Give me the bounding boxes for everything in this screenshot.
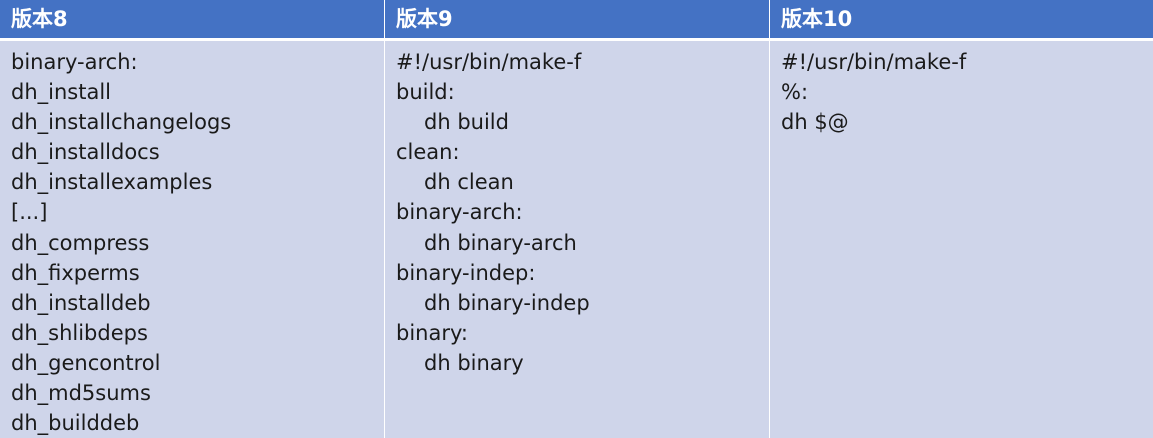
code-line: #!/usr/bin/make-f bbox=[396, 50, 582, 74]
code-line: #!/usr/bin/make-f bbox=[781, 50, 967, 74]
code-line: dh build bbox=[424, 110, 509, 135]
code-line: dh binary bbox=[424, 350, 524, 375]
column-version-8: binary-arch: dh_install dh_installchangelo… bbox=[0, 41, 385, 438]
code-line: binary-arch: bbox=[396, 200, 523, 225]
header-version-10: 版本10 bbox=[770, 0, 1153, 41]
column-version-10: #!/usr/bin/make-f%: dh $@ bbox=[770, 41, 1153, 438]
code-line: dh $@ bbox=[781, 110, 849, 135]
code-line: binary-indep: bbox=[396, 260, 536, 285]
code-line: build: bbox=[396, 80, 455, 105]
code-line: dh_fixperms bbox=[11, 260, 140, 285]
code-line: dh_installexamples bbox=[11, 170, 213, 195]
code-line: [...] bbox=[11, 200, 48, 225]
code-line: dh clean bbox=[424, 170, 514, 195]
code-line: dh_installchangelogs bbox=[11, 110, 232, 135]
comparison-table: 版本8 版本9 版本10 binary-arch: dh_install dh_in… bbox=[0, 0, 1153, 438]
header-version-9: 版本9 bbox=[385, 0, 770, 41]
code-line: clean: bbox=[396, 140, 460, 165]
code-line: dh_installdocs bbox=[11, 140, 160, 165]
code-line: dh_shlibdeps bbox=[11, 320, 148, 345]
code-line: %: bbox=[781, 80, 809, 105]
code-line: binary: bbox=[396, 320, 468, 345]
code-line: dh binary-indep bbox=[424, 290, 590, 315]
header-version-8: 版本8 bbox=[0, 0, 385, 41]
column-version-9: #!/usr/bin/make-f build: dh build clean: dh … bbox=[385, 41, 770, 438]
code-line: dh_gencontrol bbox=[11, 350, 161, 375]
code-line: dh_builddeb bbox=[11, 411, 140, 436]
code-line: dh_install bbox=[11, 80, 111, 105]
code-line: dh_installdeb bbox=[11, 290, 151, 315]
code-line: dh_compress bbox=[11, 230, 150, 255]
code-line: dh binary-arch bbox=[424, 230, 577, 255]
code-line: binary-arch: bbox=[11, 50, 138, 74]
code-line: dh_md5sums bbox=[11, 381, 151, 406]
